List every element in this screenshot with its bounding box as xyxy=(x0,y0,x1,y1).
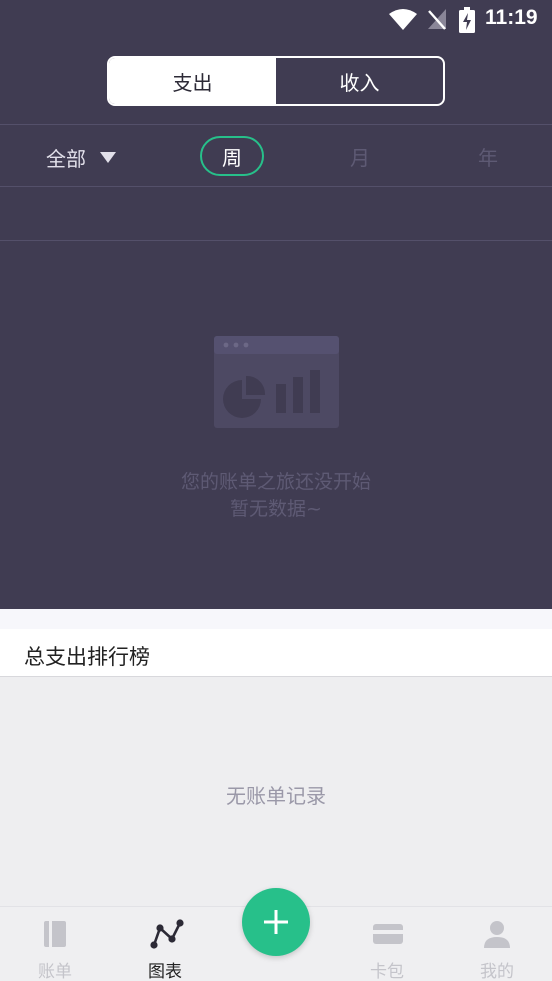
wifi-icon xyxy=(389,9,417,30)
nav-item-profile[interactable]: 我的 xyxy=(442,907,552,981)
nav-label-bills: 账单 xyxy=(38,962,72,981)
caret-down-icon xyxy=(100,152,116,163)
bill-book-icon xyxy=(44,921,66,947)
no-signal-icon xyxy=(428,9,446,30)
card-icon xyxy=(373,924,403,944)
period-year-tab[interactable]: 年 xyxy=(466,136,510,176)
user-icon xyxy=(484,921,510,948)
chart-line-icon xyxy=(150,919,184,949)
divider xyxy=(0,240,552,241)
plus-icon xyxy=(264,910,288,934)
divider xyxy=(0,186,552,187)
add-record-button[interactable] xyxy=(242,888,310,956)
nav-label-charts: 图表 xyxy=(148,962,182,981)
divider xyxy=(0,124,552,125)
battery-charging-icon xyxy=(459,7,475,33)
status-bar: 11:19 xyxy=(0,0,552,40)
nav-item-cards[interactable]: 卡包 xyxy=(332,907,442,981)
nav-label-cards: 卡包 xyxy=(370,962,404,981)
nav-item-charts[interactable]: 图表 xyxy=(110,907,220,981)
status-time: 11:19 xyxy=(485,6,538,29)
empty-message-line1: 您的账单之旅还没开始 xyxy=(180,471,371,493)
period-week-tab[interactable]: 周 xyxy=(200,136,264,176)
nav-item-bills[interactable]: 账单 xyxy=(0,907,110,981)
section-spacer xyxy=(0,609,552,629)
category-dropdown[interactable]: 全部 xyxy=(46,143,116,172)
nav-label-profile: 我的 xyxy=(480,962,514,981)
type-toggle[interactable]: 支出 收入 xyxy=(107,56,445,106)
income-tab[interactable]: 收入 xyxy=(276,58,443,104)
empty-message-line2: 暂无数据~ xyxy=(230,498,322,520)
category-label: 全部 xyxy=(46,147,86,171)
no-records-text: 无账单记录 xyxy=(226,784,326,808)
expense-tab[interactable]: 支出 xyxy=(109,58,276,104)
ranking-title: 总支出排行榜 xyxy=(24,645,150,669)
period-month-tab[interactable]: 月 xyxy=(338,136,382,176)
chart-placeholder-icon xyxy=(214,336,339,428)
